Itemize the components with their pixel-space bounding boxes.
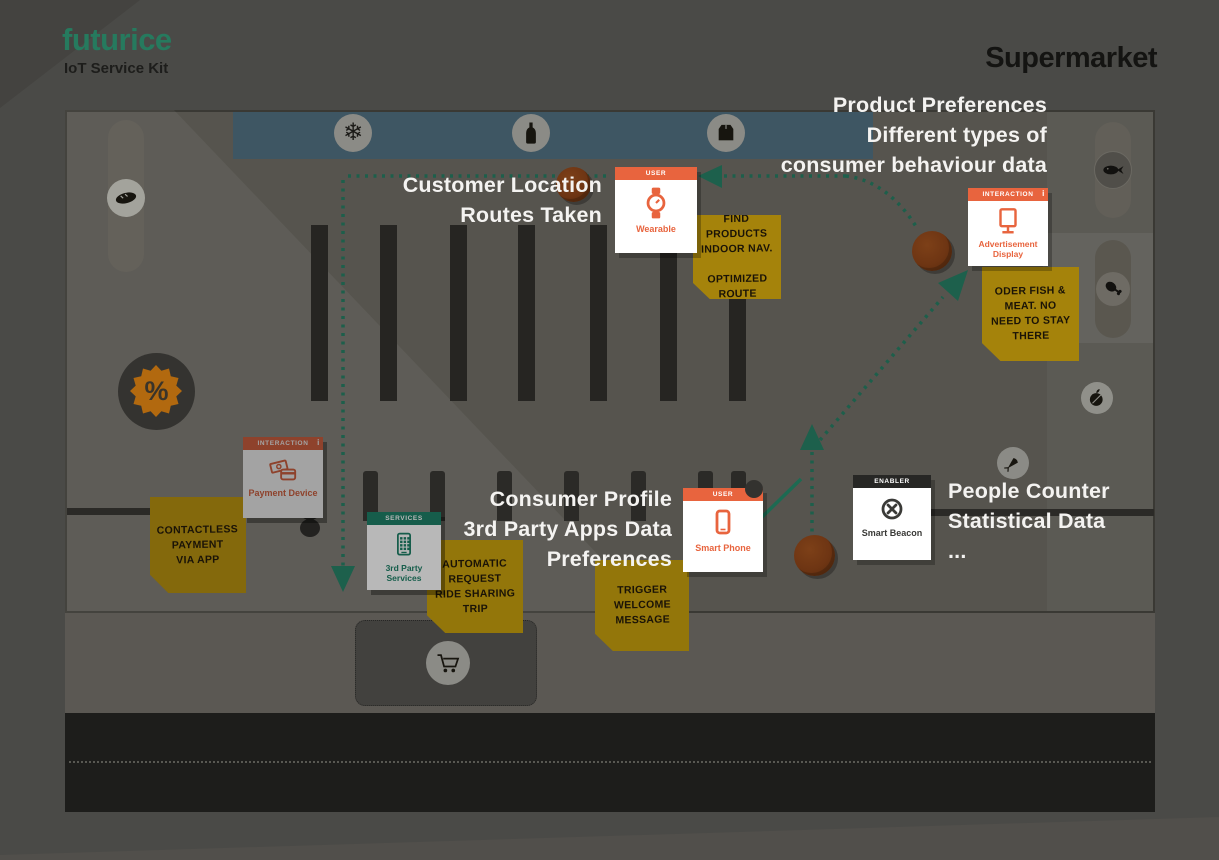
futurice-logo: futurice — [62, 22, 172, 58]
info-icon: i — [317, 438, 320, 447]
aisle-shelf — [311, 225, 328, 401]
logo-subtitle: IoT Service Kit — [64, 60, 168, 77]
card-label: Payment Device — [246, 488, 319, 499]
sticky-text: TRIGGER WELCOME MESSAGE — [613, 583, 671, 629]
shopper-marker — [912, 231, 952, 271]
discount-percent-badge: % — [118, 353, 195, 430]
sticky-text: CONTACTLESS PAYMENT VIA APP — [157, 522, 239, 568]
device-card-smart-phone: USER Smart Phone — [683, 488, 763, 572]
card-label: Advertisement Display — [968, 239, 1048, 259]
device-card-smart-beacon: ENABLER Smart Beacon — [853, 475, 931, 560]
cart-icon — [426, 641, 470, 685]
bottle-icon — [512, 114, 550, 152]
aisle-shelf — [380, 225, 397, 401]
watch-icon — [639, 185, 673, 221]
card-label: Wearable — [634, 224, 678, 235]
page-title: Supermarket — [857, 42, 1157, 75]
sticky-note-oder-fish: ODER FISH & MEAT. NO NEED TO STAY THERE — [982, 267, 1079, 361]
aisle-shelf — [518, 225, 535, 401]
chicken-leg-icon — [1096, 272, 1130, 306]
beacon-icon — [876, 493, 908, 525]
shopper-marker — [794, 535, 835, 576]
sticky-note-find-products: FIND PRODUCTS INDOOR NAV. OPTIMIZED ROUT… — [693, 215, 781, 299]
aisle-shelf — [590, 225, 607, 401]
smartphone-icon — [707, 506, 739, 540]
sticky-text: FIND PRODUCTS INDOOR NAV. OPTIMIZED ROUT… — [692, 211, 782, 303]
aisle-shelf — [450, 225, 467, 401]
card-label: Smart Phone — [693, 543, 753, 554]
fish-icon — [1094, 151, 1132, 189]
supermarket-board: ❄ % — [0, 0, 1219, 860]
carrot-icon — [997, 447, 1029, 479]
card-label: Smart Beacon — [860, 528, 925, 539]
card-category: ENABLER — [853, 475, 931, 488]
gate-foot — [300, 519, 320, 537]
sticky-note-contactless-payment: CONTACTLESS PAYMENT VIA APP — [150, 497, 246, 593]
device-card-advertisement-display: INTERACTIONi Advertisement Display — [968, 188, 1048, 266]
sticky-text: ODER FISH & MEAT. NO NEED TO STAY THERE — [990, 283, 1070, 344]
shopper-dot — [745, 480, 763, 498]
info-icon: i — [1042, 189, 1045, 198]
card-category: INTERACTIONi — [243, 437, 323, 450]
bread-icon — [107, 179, 145, 217]
percent-glyph: % — [144, 376, 168, 407]
annotation-customer-location: Customer Location Routes Taken — [282, 170, 602, 230]
payment-icon — [267, 455, 299, 485]
display-icon — [993, 206, 1023, 236]
snowflake-icon: ❄ — [334, 114, 372, 152]
apple-icon — [1081, 382, 1113, 414]
device-card-payment-device: INTERACTIONi Payment Device — [243, 437, 323, 518]
annotation-consumer-profile: Consumer Profile 3rd Party Apps Data Pre… — [372, 484, 672, 574]
bottom-shade — [0, 810, 1219, 860]
annotation-product-preferences: Product Preferences Different types of c… — [647, 90, 1047, 180]
outside-band — [65, 713, 1155, 812]
annotation-people-counter: People Counter Statistical Data ... — [948, 476, 1208, 566]
card-category: INTERACTIONi — [968, 188, 1048, 201]
